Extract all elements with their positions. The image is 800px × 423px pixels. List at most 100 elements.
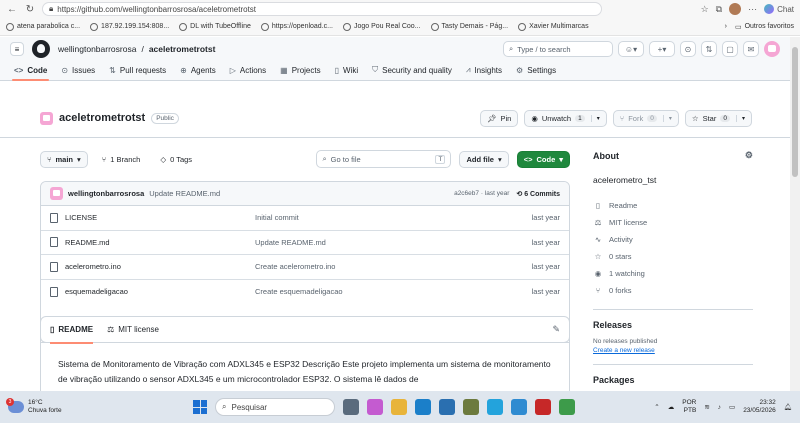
releases-heading[interactable]: Releases [593, 320, 753, 330]
pull-requests-icon[interactable]: ⇅ [701, 41, 717, 57]
activity-link[interactable]: ∿ Activity [593, 231, 753, 248]
file-name[interactable]: acelerometro.ino [65, 262, 255, 271]
tab-wiki[interactable]: ▯ Wiki [335, 60, 359, 80]
code-button[interactable]: <> Code ▾ [516, 150, 570, 168]
edge-browser-icon[interactable] [415, 399, 431, 415]
license-link[interactable]: ⚖ MIT license [593, 214, 753, 231]
table-row[interactable]: LICENSE Initial commit last year [41, 206, 569, 231]
branches-link[interactable]: ⑂ 1 Branch [96, 151, 147, 168]
copilot-app-icon[interactable] [367, 399, 383, 415]
breadcrumb-repo[interactable]: aceletrometrotst [149, 44, 216, 54]
commit-author[interactable]: wellingtonbarrosrosa [68, 189, 144, 198]
pin-button[interactable]: 📌︎ Pin [479, 109, 519, 127]
bookmark-item[interactable]: https://openload.c... [260, 22, 333, 31]
issues-icon[interactable]: ⊙ [680, 41, 696, 57]
watching-link[interactable]: ◉ 1 watching [593, 265, 753, 282]
more-menu-icon[interactable]: ··· [748, 4, 757, 14]
tab-insights[interactable]: ⩘ Insights [466, 60, 502, 80]
copilot-button[interactable]: ☺▾ [618, 41, 644, 57]
edit-pencil-icon[interactable]: ✎ [552, 324, 560, 335]
go-to-file-input[interactable]: ⌕ Go to file T [316, 150, 452, 168]
file-name[interactable]: README.md [65, 238, 255, 247]
chat-button[interactable]: Chat [764, 4, 794, 14]
table-row[interactable]: esquemadeligacao Create esquemadeligacao… [41, 280, 569, 305]
chevron-right-icon[interactable]: › [725, 23, 727, 30]
search-input[interactable]: ⌕ Type / to search [503, 41, 613, 57]
chevron-up-icon[interactable]: ⌃ [654, 403, 659, 411]
forks-link[interactable]: ⑂ 0 forks [593, 282, 753, 299]
gear-icon[interactable]: ⚙ [745, 150, 753, 161]
breadcrumb-owner[interactable]: wellingtonbarrosrosa [58, 44, 136, 54]
back-icon[interactable]: ← [6, 3, 18, 15]
bookmark-item[interactable]: Jogo Pou Real Coo... [342, 22, 421, 31]
unwatch-button[interactable]: ◉ Unwatch 1 ▾ [524, 109, 607, 127]
tab-security[interactable]: ⛉ Security and quality [372, 60, 452, 80]
tab-readme[interactable]: ▯ README [50, 317, 94, 344]
battery-icon[interactable]: ▭ [729, 403, 735, 411]
app-icon[interactable] [511, 399, 527, 415]
fork-button[interactable]: ⑂ Fork 0 ▾ [612, 109, 679, 127]
stars-link[interactable]: ☆ 0 stars [593, 248, 753, 265]
store-icon[interactable] [439, 399, 455, 415]
file-name[interactable]: LICENSE [65, 213, 255, 222]
tab-pull-requests[interactable]: ⇅ Pull requests [109, 60, 166, 80]
app-icon[interactable] [487, 399, 503, 415]
file-commit[interactable]: Initial commit [255, 213, 515, 222]
file-explorer-icon[interactable] [391, 399, 407, 415]
clock[interactable]: 23:32 23/05/2026 [743, 399, 776, 415]
reload-icon[interactable]: ↻ [24, 3, 36, 15]
readme-link[interactable]: ▯ Readme [593, 197, 753, 214]
notification-bell-icon[interactable]: 🔔︎ [784, 403, 792, 411]
tags-link[interactable]: ◇ 0 Tags [154, 151, 198, 168]
extensions-icon[interactable]: ⧉ [716, 4, 722, 15]
weather-widget[interactable]: 3 16°C Chuva forte [6, 398, 148, 415]
language-indicator[interactable]: POR PTB [682, 399, 696, 415]
wifi-icon[interactable]: ≋ [704, 403, 709, 411]
star-button[interactable]: ☆ Star 0 ▾ [684, 109, 752, 127]
volume-icon[interactable]: ♪ [718, 404, 721, 411]
repo-title[interactable]: aceletrometrotst [59, 112, 145, 124]
bookmark-item[interactable]: 187.92.199.154:808... [90, 22, 169, 31]
game-icon[interactable] [463, 399, 479, 415]
table-row[interactable]: README.md Update README.md last year [41, 231, 569, 255]
filezilla-icon[interactable] [535, 399, 551, 415]
bookmark-item[interactable]: atena parabolica c... [6, 22, 80, 31]
app-icon[interactable] [559, 399, 575, 415]
file-commit[interactable]: Update README.md [255, 238, 515, 247]
create-release-link[interactable]: Create a new release [593, 347, 753, 354]
bookmark-item[interactable]: Xavier Multimarcas [518, 22, 589, 31]
tab-issues[interactable]: ⊙ Issues [61, 60, 95, 80]
github-logo-icon[interactable] [32, 40, 50, 58]
tab-agents[interactable]: ⊕ Agents [180, 60, 216, 80]
address-bar[interactable]: 🔒︎ https://github.com/wellingtonbarrosro… [42, 2, 602, 16]
tab-settings[interactable]: ⚙ Settings [516, 60, 556, 80]
commit-message[interactable]: Update README.md [149, 189, 220, 198]
tab-license[interactable]: ⚖ MIT license [107, 317, 159, 343]
other-bookmarks[interactable]: ▭ Outros favoritos [735, 23, 794, 31]
star-bookmark-icon[interactable]: ☆ [701, 4, 709, 15]
add-file-button[interactable]: Add file ▾ [459, 150, 509, 168]
file-commit[interactable]: Create esquemadeligacao [255, 287, 515, 296]
notifications-icon[interactable]: ✉ [743, 41, 759, 57]
tab-projects[interactable]: ▦ Projects [280, 60, 320, 80]
packages-heading[interactable]: Packages [593, 375, 753, 385]
cloud-icon[interactable]: ☁ [668, 403, 675, 411]
table-row[interactable]: acelerometro.ino Create acelerometro.ino… [41, 255, 569, 280]
user-avatar[interactable] [764, 41, 780, 57]
windows-start-icon[interactable] [193, 400, 207, 414]
commit-hash[interactable]: a2c6eb7 · last year [454, 190, 509, 197]
menu-icon[interactable]: ≡ [10, 42, 24, 56]
branch-select[interactable]: ⑂ main ▾ [40, 150, 88, 168]
bookmark-item[interactable]: Tasty Demais - Pág... [430, 22, 508, 31]
task-view-icon[interactable] [343, 399, 359, 415]
commits-link[interactable]: ⟲ 6 Commits [516, 190, 560, 198]
page-scrollbar[interactable] [790, 37, 800, 391]
scrollbar-thumb[interactable] [792, 47, 798, 177]
inbox-icon[interactable]: ▢ [722, 41, 738, 57]
profile-avatar[interactable] [729, 3, 742, 15]
create-new-button[interactable]: +▾ [649, 41, 675, 57]
file-name[interactable]: esquemadeligacao [65, 287, 255, 296]
tab-actions[interactable]: ▷ Actions [230, 60, 266, 80]
bookmark-item[interactable]: DL with TubeOffline [179, 22, 251, 31]
taskbar-search[interactable]: ⌕ Pesquisar [215, 398, 335, 416]
